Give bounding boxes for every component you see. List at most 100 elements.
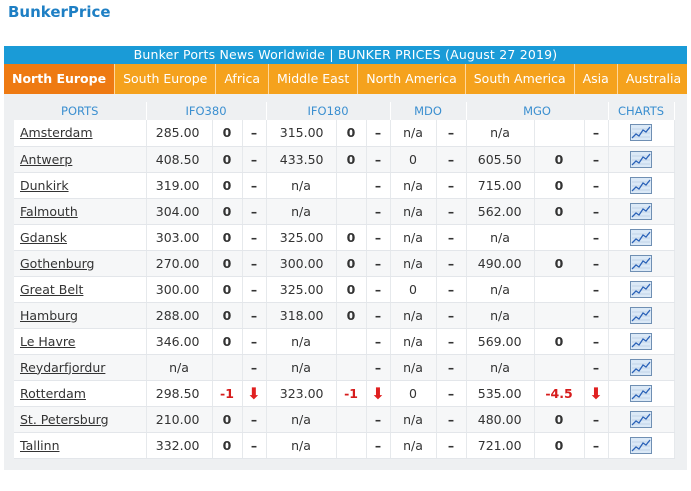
line-chart-icon[interactable] <box>630 332 653 350</box>
mgo-price: n/a <box>466 302 535 329</box>
line-chart-icon[interactable] <box>630 410 653 428</box>
line-chart-icon[interactable] <box>630 358 653 376</box>
ifo380-trend: – <box>242 276 267 303</box>
ifo380-change: 0 <box>212 146 243 173</box>
mgo-price: 721.00 <box>466 432 535 459</box>
chart-cell <box>608 146 675 173</box>
line-chart-icon[interactable] <box>630 176 653 194</box>
chart-cell <box>608 354 675 381</box>
tab-north-america[interactable]: North America <box>358 64 466 94</box>
mdo-trend: – <box>436 432 467 459</box>
mdo-trend: – <box>436 276 467 303</box>
port-link[interactable]: Gdansk <box>20 230 67 245</box>
ifo180-price: n/a <box>266 198 337 225</box>
mgo-trend: – <box>584 224 609 251</box>
mgo-price: 535.00 <box>466 380 535 407</box>
arrow-down-icon: ⬇ <box>242 380 267 407</box>
table-row: Antwerp 408.50 0–433.50 0–0–605.50 0– <box>14 146 675 173</box>
port-link[interactable]: Great Belt <box>20 282 83 297</box>
mgo-trend: – <box>584 328 609 355</box>
port-link[interactable]: Reydarfjordur <box>20 360 105 375</box>
port-link[interactable]: Gothenburg <box>20 256 94 271</box>
line-chart-icon[interactable] <box>630 254 653 272</box>
port-cell: Gdansk <box>14 224 147 251</box>
ifo380-change <box>212 354 243 381</box>
ifo180-price: n/a <box>266 328 337 355</box>
mgo-trend: – <box>584 146 609 173</box>
mgo-trend: – <box>584 120 609 147</box>
tab-south-america[interactable]: South America <box>466 64 575 94</box>
port-link[interactable]: Falmouth <box>20 204 78 219</box>
line-chart-icon[interactable] <box>630 280 653 298</box>
col-header-charts: CHARTS <box>608 102 675 120</box>
line-chart-icon[interactable] <box>630 150 653 168</box>
ifo380-price: 288.00 <box>146 302 213 329</box>
port-cell: Antwerp <box>14 146 147 173</box>
ifo180-trend: – <box>366 146 391 173</box>
table-row: Amsterdam 285.00 0–315.00 0– n/a – n/a – <box>14 120 675 147</box>
port-cell: Gothenburg <box>14 250 147 277</box>
arrow-down-icon: ⬇ <box>584 380 609 407</box>
table-row: Gdansk 303.00 0–325.00 0– n/a – n/a – <box>14 224 675 251</box>
ifo180-trend: – <box>366 198 391 225</box>
ifo380-trend: – <box>242 198 267 225</box>
line-chart-icon[interactable] <box>630 306 653 324</box>
line-chart-icon[interactable] <box>630 124 653 142</box>
tab-middle-east[interactable]: Middle East <box>269 64 359 94</box>
mgo-trend: – <box>584 432 609 459</box>
mdo-price: n/a <box>390 406 437 433</box>
tab-south-europe[interactable]: South Europe <box>115 64 217 94</box>
port-link[interactable]: St. Petersburg <box>20 412 109 427</box>
ifo180-trend: – <box>366 120 391 147</box>
port-link[interactable]: Tallinn <box>20 438 60 453</box>
mdo-price: n/a <box>390 328 437 355</box>
col-header-mgo: MGO <box>466 102 609 120</box>
ifo180-price: 323.00 <box>266 380 337 407</box>
port-cell: St. Petersburg <box>14 406 147 433</box>
mdo-price: n/a <box>390 172 437 199</box>
line-chart-icon[interactable] <box>630 384 653 402</box>
port-link[interactable]: Rotterdam <box>20 386 86 401</box>
ifo180-change: 0 <box>336 250 367 277</box>
ifo380-trend: – <box>242 224 267 251</box>
port-link[interactable]: Amsterdam <box>20 125 93 140</box>
mdo-trend: – <box>436 302 467 329</box>
line-chart-icon[interactable] <box>630 436 653 454</box>
mdo-price: n/a <box>390 302 437 329</box>
mgo-change <box>534 276 585 303</box>
tab-north-europe[interactable]: North Europe <box>4 64 116 94</box>
ifo380-price: n/a <box>146 354 213 381</box>
ifo180-change: 0 <box>336 276 367 303</box>
mgo-trend: – <box>584 250 609 277</box>
ifo380-change: 0 <box>212 302 243 329</box>
mgo-change: 0 <box>534 172 585 199</box>
tab-africa[interactable]: Africa <box>216 64 269 94</box>
mgo-change <box>534 120 585 147</box>
mgo-change: 0 <box>534 198 585 225</box>
tab-asia[interactable]: Asia <box>575 64 618 94</box>
ifo180-change <box>336 432 367 459</box>
port-link[interactable]: Hamburg <box>20 308 78 323</box>
port-link[interactable]: Le Havre <box>20 334 75 349</box>
line-chart-icon[interactable] <box>630 202 653 220</box>
tab-australia[interactable]: Australia <box>618 64 689 94</box>
ifo180-trend: – <box>366 224 391 251</box>
ifo380-change: 0 <box>212 432 243 459</box>
port-link[interactable]: Antwerp <box>20 152 72 167</box>
port-link[interactable]: Dunkirk <box>20 178 69 193</box>
mgo-trend: – <box>584 198 609 225</box>
chart-cell <box>608 224 675 251</box>
line-chart-icon[interactable] <box>630 228 653 246</box>
site-logo[interactable]: BunkerPrice <box>8 3 111 21</box>
mdo-price: n/a <box>390 120 437 147</box>
arrow-down-icon: ⬇ <box>366 380 391 407</box>
bunker-prices-table: PORTS IFO380 IFO180 MDO MGO CHARTS Amste… <box>14 102 675 459</box>
mgo-price: 715.00 <box>466 172 535 199</box>
mgo-change: 0 <box>534 432 585 459</box>
port-cell: Amsterdam <box>14 120 147 147</box>
mgo-change: -4.5 <box>534 380 585 407</box>
table-header-row: PORTS IFO380 IFO180 MDO MGO CHARTS <box>14 102 675 120</box>
mdo-trend: – <box>436 406 467 433</box>
port-cell: Hamburg <box>14 302 147 329</box>
ifo180-price: n/a <box>266 172 337 199</box>
